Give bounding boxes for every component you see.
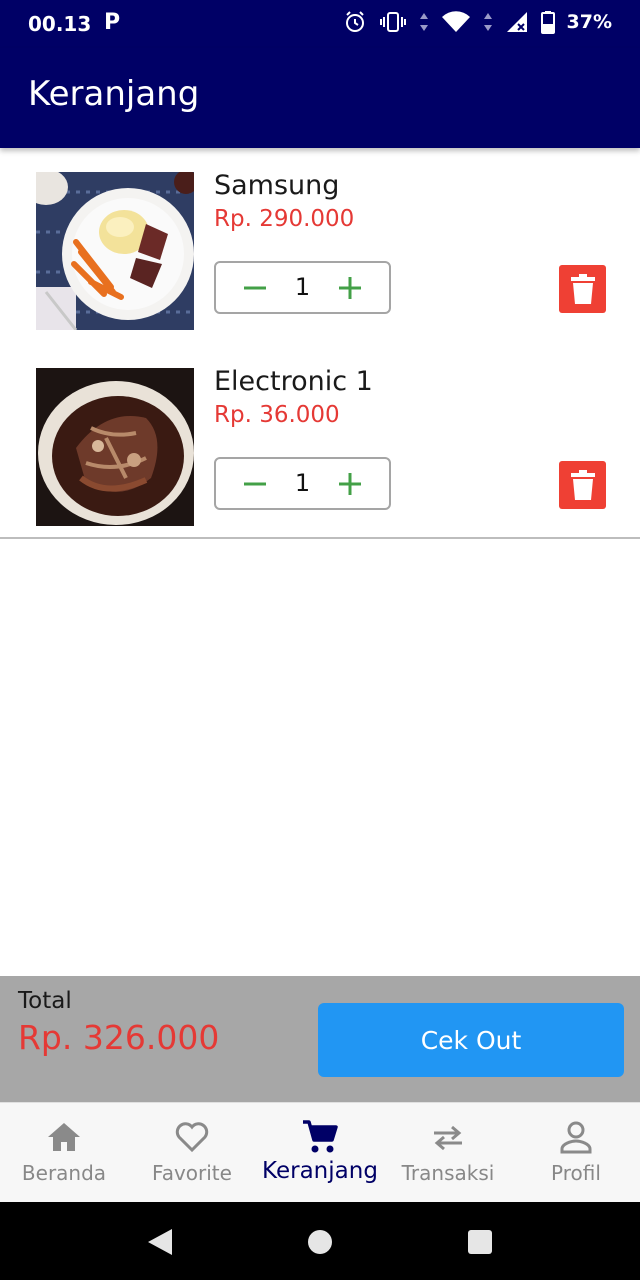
recents-square-icon [468, 1230, 492, 1254]
nav-label: Keranjang [262, 1158, 378, 1184]
cart-item: Samsung Rp. 290.000 1 [0, 148, 640, 330]
alarm-icon [343, 10, 367, 34]
page-title: Keranjang [28, 74, 200, 114]
cart-item: Electronic 1 Rp. 36.000 1 [0, 344, 640, 526]
status-bar: 00.13 P 37% [0, 0, 640, 48]
increase-quantity-button[interactable] [333, 467, 367, 501]
product-image[interactable] [36, 172, 194, 330]
nav-item-beranda[interactable]: Beranda [0, 1103, 128, 1203]
nav-item-keranjang[interactable]: Keranjang [256, 1103, 384, 1203]
cart-icon [300, 1117, 340, 1157]
vibrate-icon [379, 10, 407, 34]
battery-icon [540, 10, 555, 34]
total-label: Total [18, 988, 72, 1014]
increase-quantity-button[interactable] [333, 271, 367, 305]
recents-button[interactable] [464, 1226, 496, 1258]
nav-label: Profil [551, 1161, 601, 1185]
back-button[interactable] [144, 1226, 176, 1258]
checkout-bar: Total Rp. 326.000 Cek Out [0, 976, 640, 1102]
nav-item-profil[interactable]: Profil [512, 1103, 640, 1203]
battery-percent: 37% [566, 11, 612, 33]
nav-item-favorite[interactable]: Favorite [128, 1103, 256, 1203]
bottom-navigation: Beranda Favorite Keranjang Transaksi Pro… [0, 1102, 640, 1202]
back-triangle-icon [148, 1229, 172, 1255]
status-time: 00.13 [28, 12, 92, 36]
nav-label: Beranda [21, 1161, 107, 1185]
app-notification-icon: P [104, 10, 121, 35]
total-value: Rp. 326.000 [18, 1018, 220, 1057]
swap-icon [428, 1117, 468, 1157]
plus-icon [339, 277, 361, 299]
person-icon [556, 1117, 596, 1157]
product-image[interactable] [36, 368, 194, 526]
quantity-stepper: 1 [214, 457, 391, 510]
home-button[interactable] [304, 1226, 336, 1258]
product-price: Rp. 290.000 [214, 206, 355, 232]
heart-icon [172, 1117, 212, 1157]
app-bar: Keranjang [0, 48, 640, 148]
nav-label: Favorite [152, 1161, 232, 1185]
system-navigation-bar [0, 1202, 640, 1280]
product-name: Samsung [214, 170, 340, 201]
data-arrows-icon [419, 10, 429, 34]
wifi-icon [441, 10, 471, 34]
status-icons: 37% [343, 10, 612, 34]
delete-item-button[interactable] [559, 265, 606, 313]
trash-icon [570, 470, 595, 500]
quantity-stepper: 1 [214, 261, 391, 314]
nav-label: Transaksi [401, 1161, 495, 1185]
plus-icon [339, 473, 361, 495]
product-price: Rp. 36.000 [214, 402, 340, 428]
cell-signal-icon [505, 10, 529, 34]
trash-icon [570, 274, 595, 304]
cart-list: Samsung Rp. 290.000 1 Electronic 1 Rp. 3… [0, 148, 640, 539]
home-icon [44, 1117, 84, 1157]
checkout-button[interactable]: Cek Out [318, 1003, 624, 1077]
product-name: Electronic 1 [214, 366, 373, 397]
data-arrows-icon [483, 10, 493, 34]
home-circle-icon [308, 1230, 332, 1254]
nav-item-transaksi[interactable]: Transaksi [384, 1103, 512, 1203]
delete-item-button[interactable] [559, 461, 606, 509]
